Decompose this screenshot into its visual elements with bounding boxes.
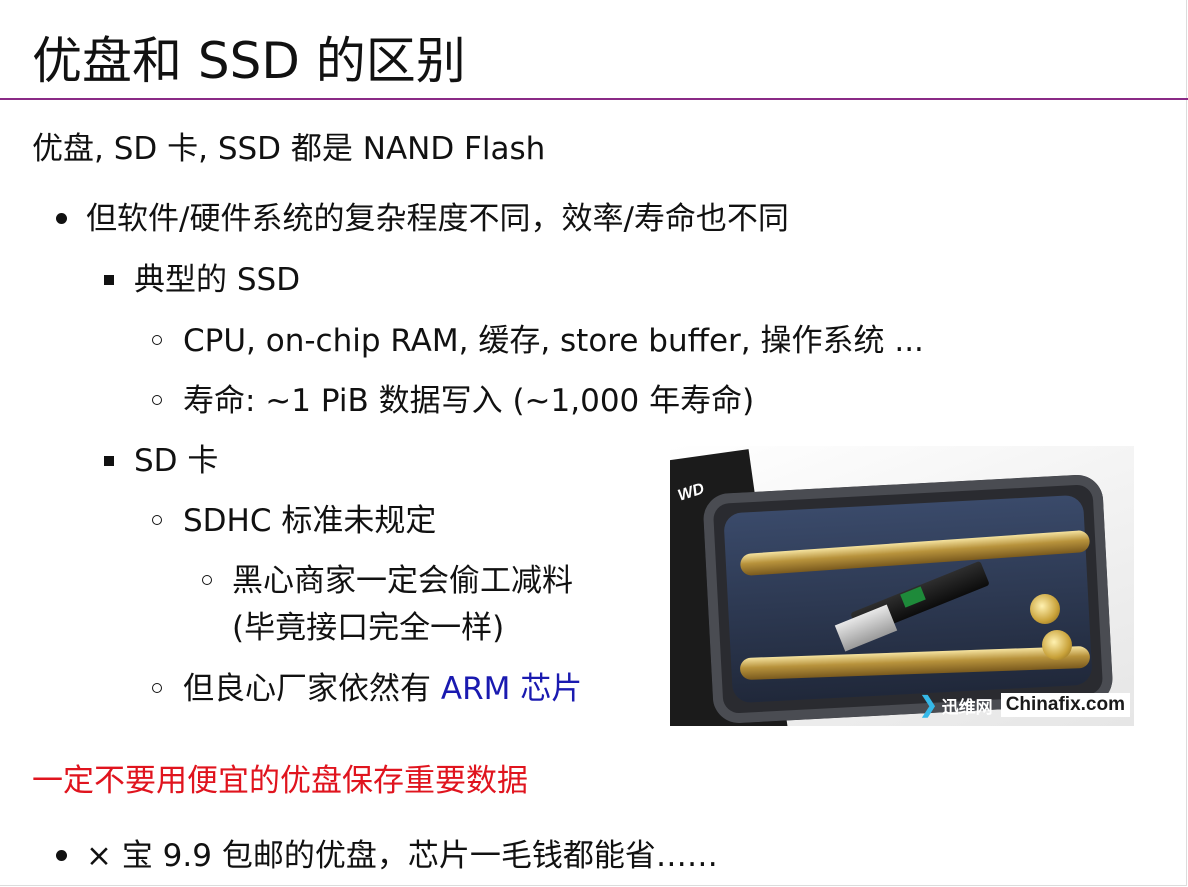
shady-vendor-line2: (毕竟接口完全一样): [232, 610, 505, 646]
arm-chip-prefix: 但良心厂家依然有: [183, 671, 441, 707]
cheap-usb-item: × 宝 9.9 包邮的优盘，芯片一毛钱都能省……: [86, 838, 718, 874]
heading-sd-card: SD 卡: [134, 443, 219, 479]
ssd-components-item: CPU, on-chip RAM, 缓存, store buffer, 操作系统…: [183, 323, 924, 359]
sdhc-item: SDHC 标准未规定: [183, 503, 437, 539]
circle-bullet-icon: [152, 515, 162, 525]
slide-title: 优盘和 SSD 的区别: [32, 32, 466, 90]
heading-typical-ssd: 典型的 SSD: [134, 262, 301, 298]
intro-text: 优盘, SD 卡, SSD 都是 NAND Flash: [32, 131, 546, 167]
watermark-arrow-icon: ❯: [919, 692, 938, 717]
bullet-complexity: 但软件/硬件系统的复杂程度不同，效率/寿命也不同: [86, 201, 789, 237]
sd-card-teardown-photo: WD ❯ 迅维网 Chinafix.com: [670, 446, 1134, 726]
disc-bullet-icon: [56, 850, 67, 861]
circle-bullet-icon: [152, 335, 162, 345]
coin-cell: [1042, 630, 1072, 660]
photo-watermark: ❯ 迅维网 Chinafix.com: [919, 690, 1130, 720]
shady-vendor-line1: 黑心商家一定会偷工减料: [232, 563, 573, 599]
circle-bullet-icon: [152, 683, 162, 693]
ssd-lifetime-item: 寿命: ~1 PiB 数据写入 (~1,000 年寿命): [183, 383, 755, 419]
title-divider: [0, 98, 1188, 100]
arm-chip-link[interactable]: ARM 芯片: [441, 671, 582, 707]
circle-bullet-icon: [152, 395, 162, 405]
arm-chip-item: 但良心厂家依然有 ARM 芯片: [183, 668, 582, 710]
watermark-en-text: Chinafix.com: [1000, 693, 1130, 717]
disc-bullet-icon: [56, 213, 67, 224]
warning-text: 一定不要用便宜的优盘保存重要数据: [32, 763, 528, 799]
square-bullet-icon: [104, 456, 114, 466]
coin-cell: [1030, 594, 1060, 624]
circle-bullet-icon: [202, 575, 212, 585]
square-bullet-icon: [104, 275, 114, 285]
watermark-cn-text: 迅维网: [941, 697, 993, 717]
